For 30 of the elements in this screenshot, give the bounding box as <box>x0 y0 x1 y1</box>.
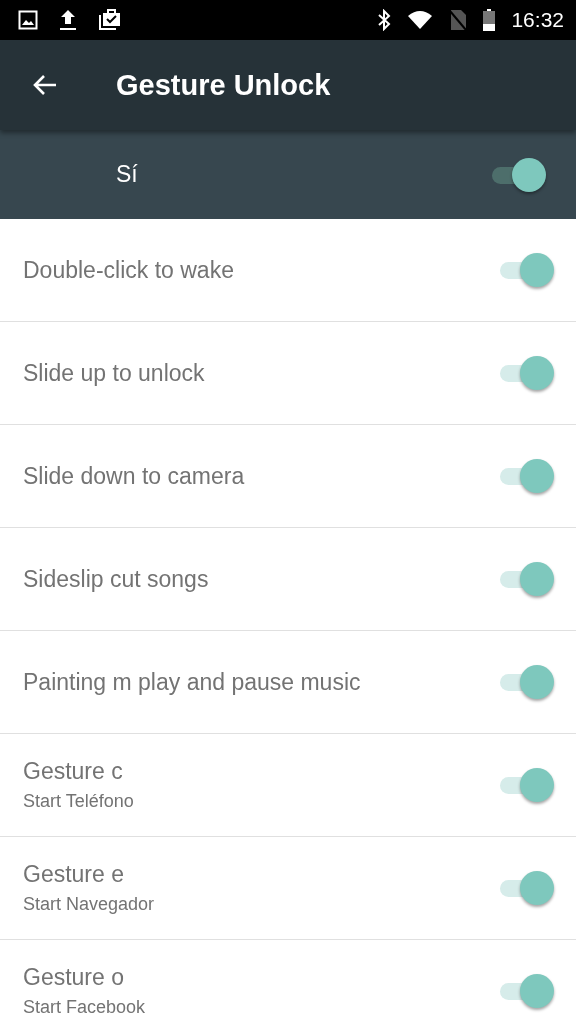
setting-row[interactable]: Gesture e Start Navegador <box>0 837 576 940</box>
setting-row[interactable]: Gesture o Start Facebook <box>0 940 576 1024</box>
setting-title: Gesture e <box>23 861 125 888</box>
wifi-icon <box>407 10 434 30</box>
setting-title: Painting m play and pause music <box>23 668 361 696</box>
master-switch-label: Sí <box>116 161 138 188</box>
setting-title: Slide down to camera <box>23 462 245 490</box>
setting-title: Gesture o <box>23 964 125 991</box>
setting-row[interactable]: Painting m play and pause music <box>0 631 576 734</box>
setting-title: Gesture c <box>23 758 124 785</box>
upload-icon <box>58 9 78 31</box>
setting-title: Double-click to wake <box>23 256 234 284</box>
setting-row[interactable]: Double-click to wake <box>0 219 576 322</box>
setting-subtitle: Start Facebook <box>23 997 146 1018</box>
status-time: 16:32 <box>511 8 564 32</box>
setting-row[interactable]: Gesture c Start Teléfono <box>0 734 576 837</box>
setting-subtitle: Start Teléfono <box>23 791 134 812</box>
setting-title: Slide up to unlock <box>23 359 205 387</box>
battery-icon <box>483 9 496 31</box>
bluetooth-icon <box>377 9 392 31</box>
setting-row[interactable]: Slide down to camera <box>0 425 576 528</box>
no-sim-icon <box>449 9 468 31</box>
back-button[interactable] <box>32 73 58 97</box>
clipboard-check-icon <box>98 9 122 31</box>
setting-row[interactable]: Sideslip cut songs <box>0 528 576 631</box>
setting-title: Sideslip cut songs <box>23 565 209 593</box>
setting-subtitle: Start Navegador <box>23 894 155 915</box>
image-icon <box>18 10 38 30</box>
screen-title: Gesture Unlock <box>116 68 331 102</box>
setting-row[interactable]: Slide up to unlock <box>0 322 576 425</box>
